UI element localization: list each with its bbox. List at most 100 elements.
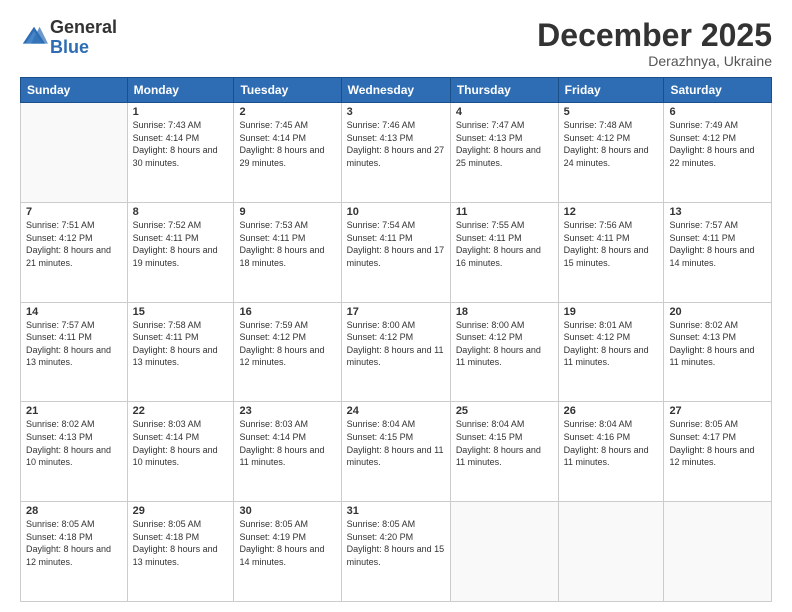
day-number: 15 (133, 306, 229, 318)
calendar-cell: 28Sunrise: 8:05 AMSunset: 4:18 PMDayligh… (21, 502, 128, 602)
day-info: Sunrise: 7:51 AMSunset: 4:12 PMDaylight:… (26, 219, 122, 269)
day-of-week-header: Friday (558, 78, 664, 103)
day-info: Sunrise: 8:02 AMSunset: 4:13 PMDaylight:… (26, 418, 122, 468)
calendar-cell: 9Sunrise: 7:53 AMSunset: 4:11 PMDaylight… (234, 202, 341, 302)
day-number: 12 (564, 206, 659, 218)
calendar-cell: 14Sunrise: 7:57 AMSunset: 4:11 PMDayligh… (21, 302, 128, 402)
day-info: Sunrise: 7:59 AMSunset: 4:12 PMDaylight:… (239, 319, 335, 369)
calendar-cell: 3Sunrise: 7:46 AMSunset: 4:13 PMDaylight… (341, 103, 450, 203)
day-number: 4 (456, 106, 553, 118)
calendar-cell: 22Sunrise: 8:03 AMSunset: 4:14 PMDayligh… (127, 402, 234, 502)
calendar-header-row: SundayMondayTuesdayWednesdayThursdayFrid… (21, 78, 772, 103)
day-number: 10 (347, 206, 445, 218)
calendar-cell: 19Sunrise: 8:01 AMSunset: 4:12 PMDayligh… (558, 302, 664, 402)
day-number: 18 (456, 306, 553, 318)
calendar-week-row: 28 Sunrise: 8:05 AMSunset: 4:18 PMDayligh… (21, 502, 772, 602)
calendar-cell: 27Sunrise: 8:05 AMSunset: 4:17 PMDayligh… (664, 402, 772, 502)
header: General Blue December 2025 Derazhnya, Uk… (20, 18, 772, 69)
header-right: December 2025 Derazhnya, Ukraine (537, 18, 772, 69)
day-number: 20 (669, 306, 766, 318)
day-info: Sunrise: 8:05 AMSunset: 4:19 PMDaylight:… (239, 518, 335, 568)
day-number: 6 (669, 106, 766, 118)
calendar-cell: 12Sunrise: 7:56 AMSunset: 4:11 PMDayligh… (558, 202, 664, 302)
calendar-cell: 24Sunrise: 8:04 AMSunset: 4:15 PMDayligh… (341, 402, 450, 502)
calendar-cell: 18Sunrise: 8:00 AMSunset: 4:12 PMDayligh… (450, 302, 558, 402)
calendar: SundayMondayTuesdayWednesdayThursdayFrid… (20, 77, 772, 602)
calendar-cell: 15Sunrise: 7:58 AMSunset: 4:11 PMDayligh… (127, 302, 234, 402)
page: General Blue December 2025 Derazhnya, Uk… (0, 0, 792, 612)
day-number: 22 (133, 405, 229, 417)
day-of-week-header: Saturday (664, 78, 772, 103)
calendar-cell: 13Sunrise: 7:57 AMSunset: 4:11 PMDayligh… (664, 202, 772, 302)
day-info: Sunrise: 8:04 AMSunset: 4:16 PMDaylight:… (564, 418, 659, 468)
day-number: 11 (456, 206, 553, 218)
day-number: 5 (564, 106, 659, 118)
day-number: 2 (239, 106, 335, 118)
day-info: Sunrise: 7:45 AMSunset: 4:14 PMDaylight:… (239, 119, 335, 169)
day-number: 23 (239, 405, 335, 417)
calendar-cell: 10Sunrise: 7:54 AMSunset: 4:11 PMDayligh… (341, 202, 450, 302)
calendar-week-row: 7Sunrise: 7:51 AMSunset: 4:12 PMDaylight… (21, 202, 772, 302)
day-number: 17 (347, 306, 445, 318)
day-info: Sunrise: 8:05 AMSunset: 4:20 PMDaylight:… (347, 518, 445, 568)
day-info: Sunrise: 7:56 AMSunset: 4:11 PMDaylight:… (564, 219, 659, 269)
calendar-cell: 16Sunrise: 7:59 AMSunset: 4:12 PMDayligh… (234, 302, 341, 402)
calendar-cell: 4Sunrise: 7:47 AMSunset: 4:13 PMDaylight… (450, 103, 558, 203)
day-number: 1 (133, 106, 229, 118)
day-of-week-header: Thursday (450, 78, 558, 103)
day-number: 28 (26, 505, 122, 517)
calendar-week-row: 21Sunrise: 8:02 AMSunset: 4:13 PMDayligh… (21, 402, 772, 502)
calendar-cell: 6Sunrise: 7:49 AMSunset: 4:12 PMDaylight… (664, 103, 772, 203)
day-info: Sunrise: 7:53 AMSunset: 4:11 PMDaylight:… (239, 219, 335, 269)
month-title: December 2025 (537, 18, 772, 53)
day-number: 19 (564, 306, 659, 318)
logo-blue-text: Blue (50, 38, 117, 58)
day-number: 27 (669, 405, 766, 417)
day-number: 14 (26, 306, 122, 318)
day-info: Sunrise: 8:01 AMSunset: 4:12 PMDaylight:… (564, 319, 659, 369)
day-info: Sunrise: 7:55 AMSunset: 4:11 PMDaylight:… (456, 219, 553, 269)
calendar-week-row: 14Sunrise: 7:57 AMSunset: 4:11 PMDayligh… (21, 302, 772, 402)
calendar-cell: 26Sunrise: 8:04 AMSunset: 4:16 PMDayligh… (558, 402, 664, 502)
day-info: Sunrise: 7:49 AMSunset: 4:12 PMDaylight:… (669, 119, 766, 169)
day-number: 31 (347, 505, 445, 517)
day-number: 16 (239, 306, 335, 318)
calendar-cell: 5Sunrise: 7:48 AMSunset: 4:12 PMDaylight… (558, 103, 664, 203)
day-info: Sunrise: 8:05 AMSunset: 4:17 PMDaylight:… (669, 418, 766, 468)
calendar-week-row: 1Sunrise: 7:43 AMSunset: 4:14 PMDaylight… (21, 103, 772, 203)
day-number: 8 (133, 206, 229, 218)
day-info: Sunrise: 7:47 AMSunset: 4:13 PMDaylight:… (456, 119, 553, 169)
day-of-week-header: Wednesday (341, 78, 450, 103)
day-info: Sunrise: 7:46 AMSunset: 4:13 PMDaylight:… (347, 119, 445, 169)
day-info: Sunrise: 8:03 AMSunset: 4:14 PMDaylight:… (133, 418, 229, 468)
day-info: Sunrise: 8:00 AMSunset: 4:12 PMDaylight:… (456, 319, 553, 369)
calendar-cell (664, 502, 772, 602)
day-number: 7 (26, 206, 122, 218)
calendar-cell: 2Sunrise: 7:45 AMSunset: 4:14 PMDaylight… (234, 103, 341, 203)
calendar-cell: 31Sunrise: 8:05 AMSunset: 4:20 PMDayligh… (341, 502, 450, 602)
day-number: 26 (564, 405, 659, 417)
day-info: Sunrise: 8:00 AMSunset: 4:12 PMDaylight:… (347, 319, 445, 369)
day-info: Sunrise: 8:05 AMSunset: 4:18 PMDaylight:… (133, 518, 229, 568)
calendar-cell (21, 103, 128, 203)
day-info: Sunrise: 7:57 AMSunset: 4:11 PMDaylight:… (26, 319, 122, 369)
day-info: Sunrise: 7:43 AMSunset: 4:14 PMDaylight:… (133, 119, 229, 169)
day-number: 3 (347, 106, 445, 118)
day-number: 30 (239, 505, 335, 517)
calendar-cell: 21Sunrise: 8:02 AMSunset: 4:13 PMDayligh… (21, 402, 128, 502)
calendar-cell: 1Sunrise: 7:43 AMSunset: 4:14 PMDaylight… (127, 103, 234, 203)
day-number: 13 (669, 206, 766, 218)
day-number: 25 (456, 405, 553, 417)
calendar-cell: 11Sunrise: 7:55 AMSunset: 4:11 PMDayligh… (450, 202, 558, 302)
calendar-cell: 17Sunrise: 8:00 AMSunset: 4:12 PMDayligh… (341, 302, 450, 402)
calendar-cell: 20Sunrise: 8:02 AMSunset: 4:13 PMDayligh… (664, 302, 772, 402)
location: Derazhnya, Ukraine (537, 53, 772, 69)
day-info: Sunrise: 8:02 AMSunset: 4:13 PMDaylight:… (669, 319, 766, 369)
calendar-cell: 7Sunrise: 7:51 AMSunset: 4:12 PMDaylight… (21, 202, 128, 302)
day-number: 24 (347, 405, 445, 417)
day-number: 21 (26, 405, 122, 417)
calendar-cell: 29Sunrise: 8:05 AMSunset: 4:18 PMDayligh… (127, 502, 234, 602)
day-info: Sunrise: 7:58 AMSunset: 4:11 PMDaylight:… (133, 319, 229, 369)
day-of-week-header: Monday (127, 78, 234, 103)
day-number: 29 (133, 505, 229, 517)
